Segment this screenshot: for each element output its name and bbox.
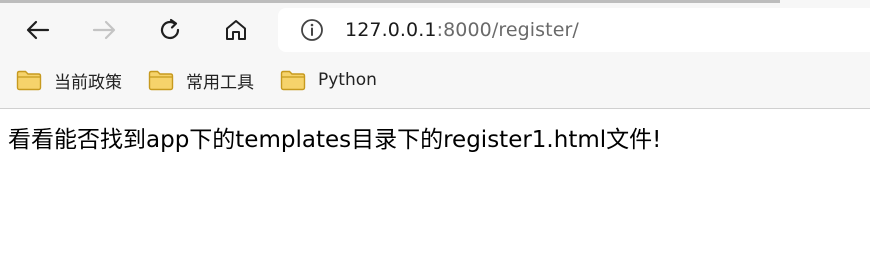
bookmark-folder-common-tools[interactable]: 常用工具 — [148, 66, 254, 94]
address-bar[interactable]: 127.0.0.1:8000/register/ — [278, 8, 870, 52]
info-icon[interactable] — [298, 16, 326, 44]
home-icon — [226, 20, 246, 40]
folder-icon — [280, 70, 306, 91]
arrow-left-icon — [26, 20, 50, 40]
browser-chrome: 127.0.0.1:8000/register/ 当前政策 常用工具 Pytho… — [0, 0, 870, 109]
browser-window: 127.0.0.1:8000/register/ 当前政策 常用工具 Pytho… — [0, 0, 870, 256]
url-host: 127.0.0.1 — [345, 19, 437, 41]
bookmark-folder-current-policy[interactable]: 当前政策 — [16, 66, 122, 94]
url-text[interactable]: 127.0.0.1:8000/register/ — [345, 19, 579, 41]
home-button[interactable] — [216, 10, 256, 50]
bookmark-label: Python — [318, 70, 377, 90]
arrow-right-icon — [92, 20, 116, 40]
bookmark-label: 当前政策 — [54, 72, 122, 93]
bookmark-label: 常用工具 — [186, 72, 254, 93]
folder-icon — [148, 70, 174, 91]
refresh-icon — [160, 18, 180, 40]
forward-button[interactable] — [84, 10, 124, 50]
tab-strip-edge — [0, 0, 780, 3]
refresh-button[interactable] — [150, 10, 190, 50]
url-path: :8000/register/ — [436, 19, 579, 41]
page-body-text: 看看能否找到app下的templates目录下的register1.html文件… — [8, 127, 662, 153]
bookmark-folder-python[interactable]: Python — [280, 66, 377, 94]
back-button[interactable] — [18, 10, 58, 50]
folder-icon — [16, 70, 42, 91]
